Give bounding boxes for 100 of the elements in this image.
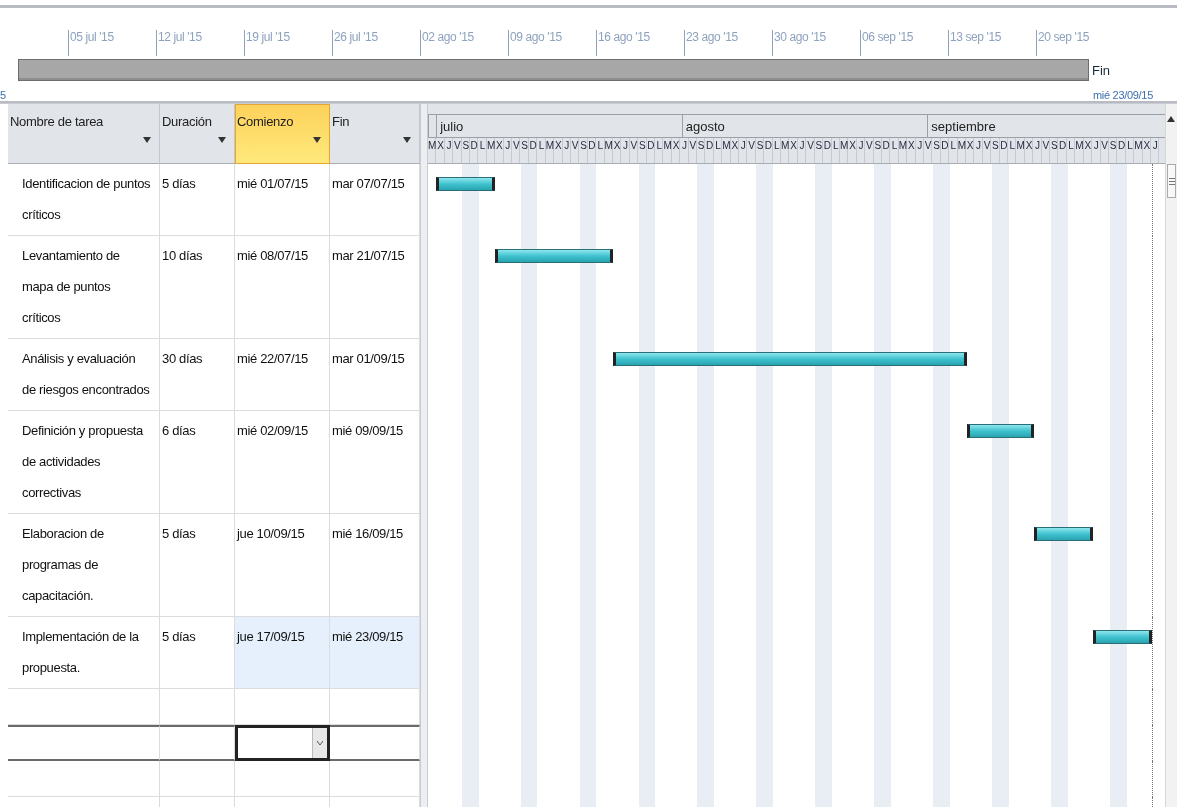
day-label: J: [680, 138, 689, 163]
dropdown-arrow-icon[interactable]: [313, 137, 321, 143]
day-label: D: [881, 138, 891, 163]
day-label: M: [781, 138, 790, 163]
duration-cell: 10 días: [160, 236, 235, 339]
scrollbar[interactable]: [1165, 104, 1177, 807]
day-label: M: [839, 138, 849, 163]
date-picker-field[interactable]: [235, 725, 330, 761]
day-label: X: [612, 138, 622, 163]
day-label: V: [1041, 138, 1051, 163]
day-label: S: [697, 138, 706, 163]
end-label: Fin: [1092, 62, 1111, 78]
day-label: L: [949, 138, 958, 163]
day-label: V: [629, 138, 639, 163]
scroll-up-icon[interactable]: [1167, 116, 1175, 122]
task-bar[interactable]: [1093, 630, 1153, 644]
date-tick: 02 ago '15: [420, 30, 508, 56]
day-label: J: [1150, 138, 1160, 163]
duration-cell: 30 días: [160, 339, 235, 411]
duration-cell: 5 días: [160, 164, 235, 236]
day-label: M: [1075, 138, 1084, 163]
day-label: J: [562, 138, 571, 163]
table-cell[interactable]: [330, 725, 420, 761]
dropdown-arrow-icon[interactable]: [403, 137, 411, 143]
date-tick: 26 jul '15: [332, 30, 420, 56]
day-label: D: [528, 138, 538, 163]
day-label: L: [713, 138, 723, 163]
month-label: julio: [436, 115, 682, 138]
day-label: S: [1050, 138, 1059, 163]
column-header[interactable]: Duración: [160, 104, 235, 164]
day-label: V: [512, 138, 521, 163]
start-date: 5: [0, 89, 7, 101]
day-label: M: [545, 138, 555, 163]
day-label: X: [671, 138, 681, 163]
chevron-down-icon[interactable]: [316, 740, 324, 746]
day-label: J: [797, 138, 807, 163]
start-date-cell: mié 02/09/15: [235, 411, 330, 514]
start-date-cell: jue 17/09/15: [235, 617, 330, 689]
day-label: S: [638, 138, 647, 163]
day-label: M: [1134, 138, 1143, 163]
day-label: J: [503, 138, 513, 163]
date-tick: 19 jul '15: [244, 30, 332, 56]
task-bar[interactable]: [436, 177, 496, 191]
day-label: V: [570, 138, 580, 163]
day-label: X: [495, 138, 504, 163]
start-date-cell: mié 22/07/15: [235, 339, 330, 411]
date-tick: 09 ago '15: [508, 30, 596, 56]
day-label: M: [663, 138, 672, 163]
day-label: D: [587, 138, 597, 163]
dropdown-arrow-icon[interactable]: [143, 137, 151, 143]
day-label: S: [520, 138, 529, 163]
day-label: M: [604, 138, 613, 163]
scroll-thumb[interactable]: [1167, 164, 1176, 198]
task-bar[interactable]: [495, 249, 614, 263]
date-tick: 13 sep '15: [948, 30, 1036, 56]
day-label: D: [940, 138, 950, 163]
day-label: L: [596, 138, 605, 163]
table-cell[interactable]: [8, 725, 160, 761]
day-label: M: [1016, 138, 1025, 163]
task-name: Levantamiento de mapa de puntos críticos: [8, 236, 160, 339]
day-label: M: [722, 138, 731, 163]
column-header[interactable]: Comienzo: [235, 104, 330, 164]
end-date-cell: mié 23/09/15: [330, 617, 420, 689]
day-label: L: [654, 138, 664, 163]
task-bar[interactable]: [1034, 527, 1094, 541]
day-label: D: [999, 138, 1009, 163]
day-label: M: [957, 138, 966, 163]
end-date-cell: mar 07/07/15: [330, 164, 420, 236]
task-name: Identificacion de puntos críticos: [8, 164, 160, 236]
day-label: D: [823, 138, 832, 163]
day-label: X: [966, 138, 975, 163]
day-label: X: [730, 138, 740, 163]
duration-cell: 5 días: [160, 514, 235, 617]
day-label: L: [1008, 138, 1017, 163]
day-label: L: [890, 138, 899, 163]
day-label: D: [764, 138, 773, 163]
day-label: L: [1066, 138, 1076, 163]
day-label: X: [907, 138, 916, 163]
day-label: M: [898, 138, 908, 163]
day-label: S: [873, 138, 882, 163]
day-label: J: [1092, 138, 1101, 163]
day-label: J: [974, 138, 983, 163]
column-header[interactable]: Nombre de tarea: [8, 104, 160, 164]
day-label: V: [865, 138, 874, 163]
dropdown-arrow-icon[interactable]: [218, 137, 226, 143]
day-label: J: [856, 138, 866, 163]
date-tick: 23 ago '15: [684, 30, 772, 56]
date-tick: 30 ago '15: [772, 30, 860, 56]
task-bar[interactable]: [966, 424, 1035, 438]
day-label: D: [1117, 138, 1126, 163]
task-name: Definición y propuesta de actividades correctivas: [8, 411, 160, 514]
month-label: agosto: [681, 115, 928, 138]
day-label: L: [478, 138, 487, 163]
day-label: S: [814, 138, 824, 163]
day-label: J: [739, 138, 748, 163]
column-header[interactable]: Fin: [330, 104, 420, 164]
day-label: V: [806, 138, 815, 163]
day-label: D: [470, 138, 479, 163]
start-date-cell: mié 08/07/15: [235, 236, 330, 339]
day-label: M: [486, 138, 496, 163]
